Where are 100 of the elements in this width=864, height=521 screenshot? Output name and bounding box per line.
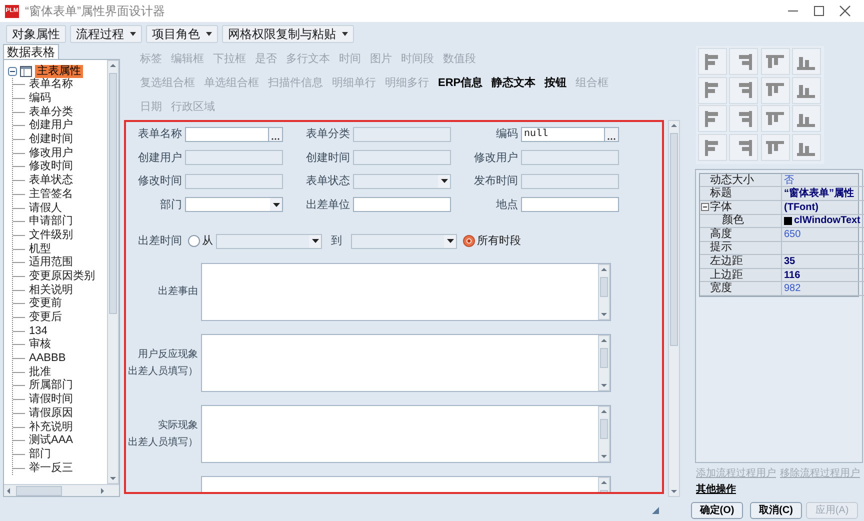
property-value[interactable]: 650 [782, 228, 864, 242]
toolbar-menu-button[interactable]: 项目角色 [146, 25, 218, 43]
tree-item[interactable]: 部门 [29, 448, 51, 461]
layout-tool-button[interactable] [760, 134, 790, 162]
field-label: 表单名称 [137, 127, 182, 142]
property-value[interactable]: (TFont) [782, 200, 864, 214]
layout-tool-button[interactable] [729, 134, 758, 162]
layout-tool-button[interactable] [760, 48, 790, 75]
palette-item[interactable]: 静态文本 [492, 75, 536, 92]
link[interactable]: 其他操作 [696, 482, 863, 497]
toolbar-menu-button[interactable]: 对象属性 [6, 25, 66, 43]
property-value[interactable]: 116 [782, 268, 864, 282]
property-name: 动态大小 [710, 174, 754, 187]
scrollbar[interactable] [4, 484, 119, 496]
input-field[interactable] [185, 197, 283, 212]
field-label: 地点 [495, 198, 518, 212]
maximize-icon [813, 5, 825, 17]
layout-tool-button[interactable] [792, 105, 821, 132]
field-label: 出差人员填写） [128, 364, 198, 378]
layout-tool-button[interactable] [792, 134, 821, 162]
property-value[interactable]: clWindowText [782, 214, 864, 228]
tree-item[interactable]: 补充说明 [29, 420, 73, 434]
tree-item[interactable]: 机型 [29, 242, 51, 256]
tree-item[interactable]: 修改时间 [29, 160, 73, 174]
tree-item[interactable]: 批准 [29, 366, 51, 379]
radio-button[interactable]: 从 [188, 233, 213, 250]
field-label: 出差事由 [158, 284, 198, 299]
radio-button[interactable]: 所有时段 [463, 233, 521, 250]
layout-tool-button[interactable] [698, 48, 727, 75]
tree-item[interactable]: 测试AAA [29, 434, 74, 448]
input-field[interactable] [353, 197, 451, 212]
toolbar-menu-button[interactable]: 网格权限复制与粘贴 [222, 25, 354, 43]
scrollbar[interactable] [598, 264, 610, 320]
field-label: 实际现象 [158, 418, 198, 432]
dialog-button[interactable]: 确定(O) [691, 502, 743, 518]
tree-item[interactable]: 举一反三 [29, 462, 73, 475]
text-area[interactable] [201, 334, 611, 392]
text-area[interactable] [201, 404, 611, 462]
property-name: 宽度 [710, 282, 732, 296]
input-field[interactable] [185, 126, 283, 142]
tab[interactable]: 数据表格 [3, 44, 59, 59]
field-label: 创建用户 [137, 150, 182, 166]
tree-item[interactable]: 请假原因 [29, 406, 73, 420]
property-value[interactable]: 35 [782, 255, 864, 269]
tree-item[interactable]: 创建时间 [29, 133, 73, 146]
tree-item[interactable]: 表单状态 [29, 174, 73, 188]
tree-item[interactable]: 变更后 [29, 311, 62, 324]
tree-item[interactable]: 主表属性 [35, 64, 83, 78]
scrollbar[interactable] [598, 406, 610, 462]
layout-tool-button[interactable] [729, 105, 758, 132]
palette-item[interactable]: ERP信息 [438, 75, 483, 92]
layout-tool-button[interactable] [729, 76, 758, 104]
property-name: 上边距 [710, 268, 743, 282]
tree-item[interactable]: 申请部门 [29, 215, 73, 228]
tree-item[interactable]: 修改用户 [29, 146, 73, 160]
input-field[interactable] [521, 197, 619, 212]
close-icon [839, 5, 851, 17]
scrollbar[interactable] [668, 120, 680, 497]
layout-tool-button[interactable] [698, 134, 727, 162]
tree-item[interactable]: 134 [29, 324, 48, 338]
layout-tool-button[interactable] [760, 105, 790, 132]
tree-item[interactable]: 表单名称 [29, 78, 73, 92]
tree-item[interactable]: 审核 [29, 338, 51, 352]
tree-item[interactable]: 文件级别 [29, 228, 73, 242]
property-value[interactable]: 982 [782, 282, 864, 296]
tree-item[interactable]: 请假人 [29, 202, 62, 215]
layout-tool-button[interactable] [729, 48, 758, 75]
scrollbar[interactable] [598, 334, 610, 390]
field-label: 表单分类 [305, 127, 350, 142]
tree-item[interactable]: 变更原因类别 [29, 270, 95, 283]
layout-tool-button[interactable] [792, 76, 821, 104]
tree-item[interactable]: 适用范围 [29, 256, 73, 270]
tree-item[interactable]: 所属部门 [29, 379, 73, 392]
layout-tool-button[interactable] [760, 76, 790, 104]
input-field[interactable]: null [521, 126, 619, 142]
tree-item[interactable]: 表单分类 [29, 106, 73, 119]
tree-item[interactable]: 请假时间 [29, 393, 73, 406]
layout-tool-button[interactable] [698, 105, 727, 132]
tree-item[interactable]: 主管签名 [29, 188, 73, 201]
resize-grip-icon [652, 506, 659, 514]
tree-item[interactable]: 相关说明 [29, 284, 73, 297]
scrollbar[interactable] [107, 60, 119, 484]
palette-item[interactable]: 按钮 [544, 75, 567, 92]
field-label: 出差单位 [305, 198, 350, 212]
layout-tool-button[interactable] [698, 76, 727, 104]
dialog-button[interactable]: 取消(C) [750, 502, 802, 518]
property-value[interactable]: “窗体表单”属性 [782, 187, 864, 201]
tree-item[interactable]: AABBB [29, 352, 66, 366]
text-area[interactable] [201, 262, 611, 320]
field-label: 修改用户 [473, 150, 518, 166]
tree-item[interactable]: 创建用户 [29, 119, 73, 132]
tree-item[interactable]: 变更前 [29, 297, 62, 310]
field-label: 出差时间 [137, 234, 182, 249]
toolbar-menu-button[interactable]: 流程过程 [70, 25, 142, 43]
field-label: 部门 [159, 198, 182, 212]
table-icon [20, 66, 32, 76]
property-name: 颜色 [722, 214, 744, 228]
tree-item[interactable]: 编码 [29, 92, 51, 106]
layout-tool-button[interactable] [792, 48, 821, 75]
property-value[interactable]: 否 [782, 174, 864, 188]
